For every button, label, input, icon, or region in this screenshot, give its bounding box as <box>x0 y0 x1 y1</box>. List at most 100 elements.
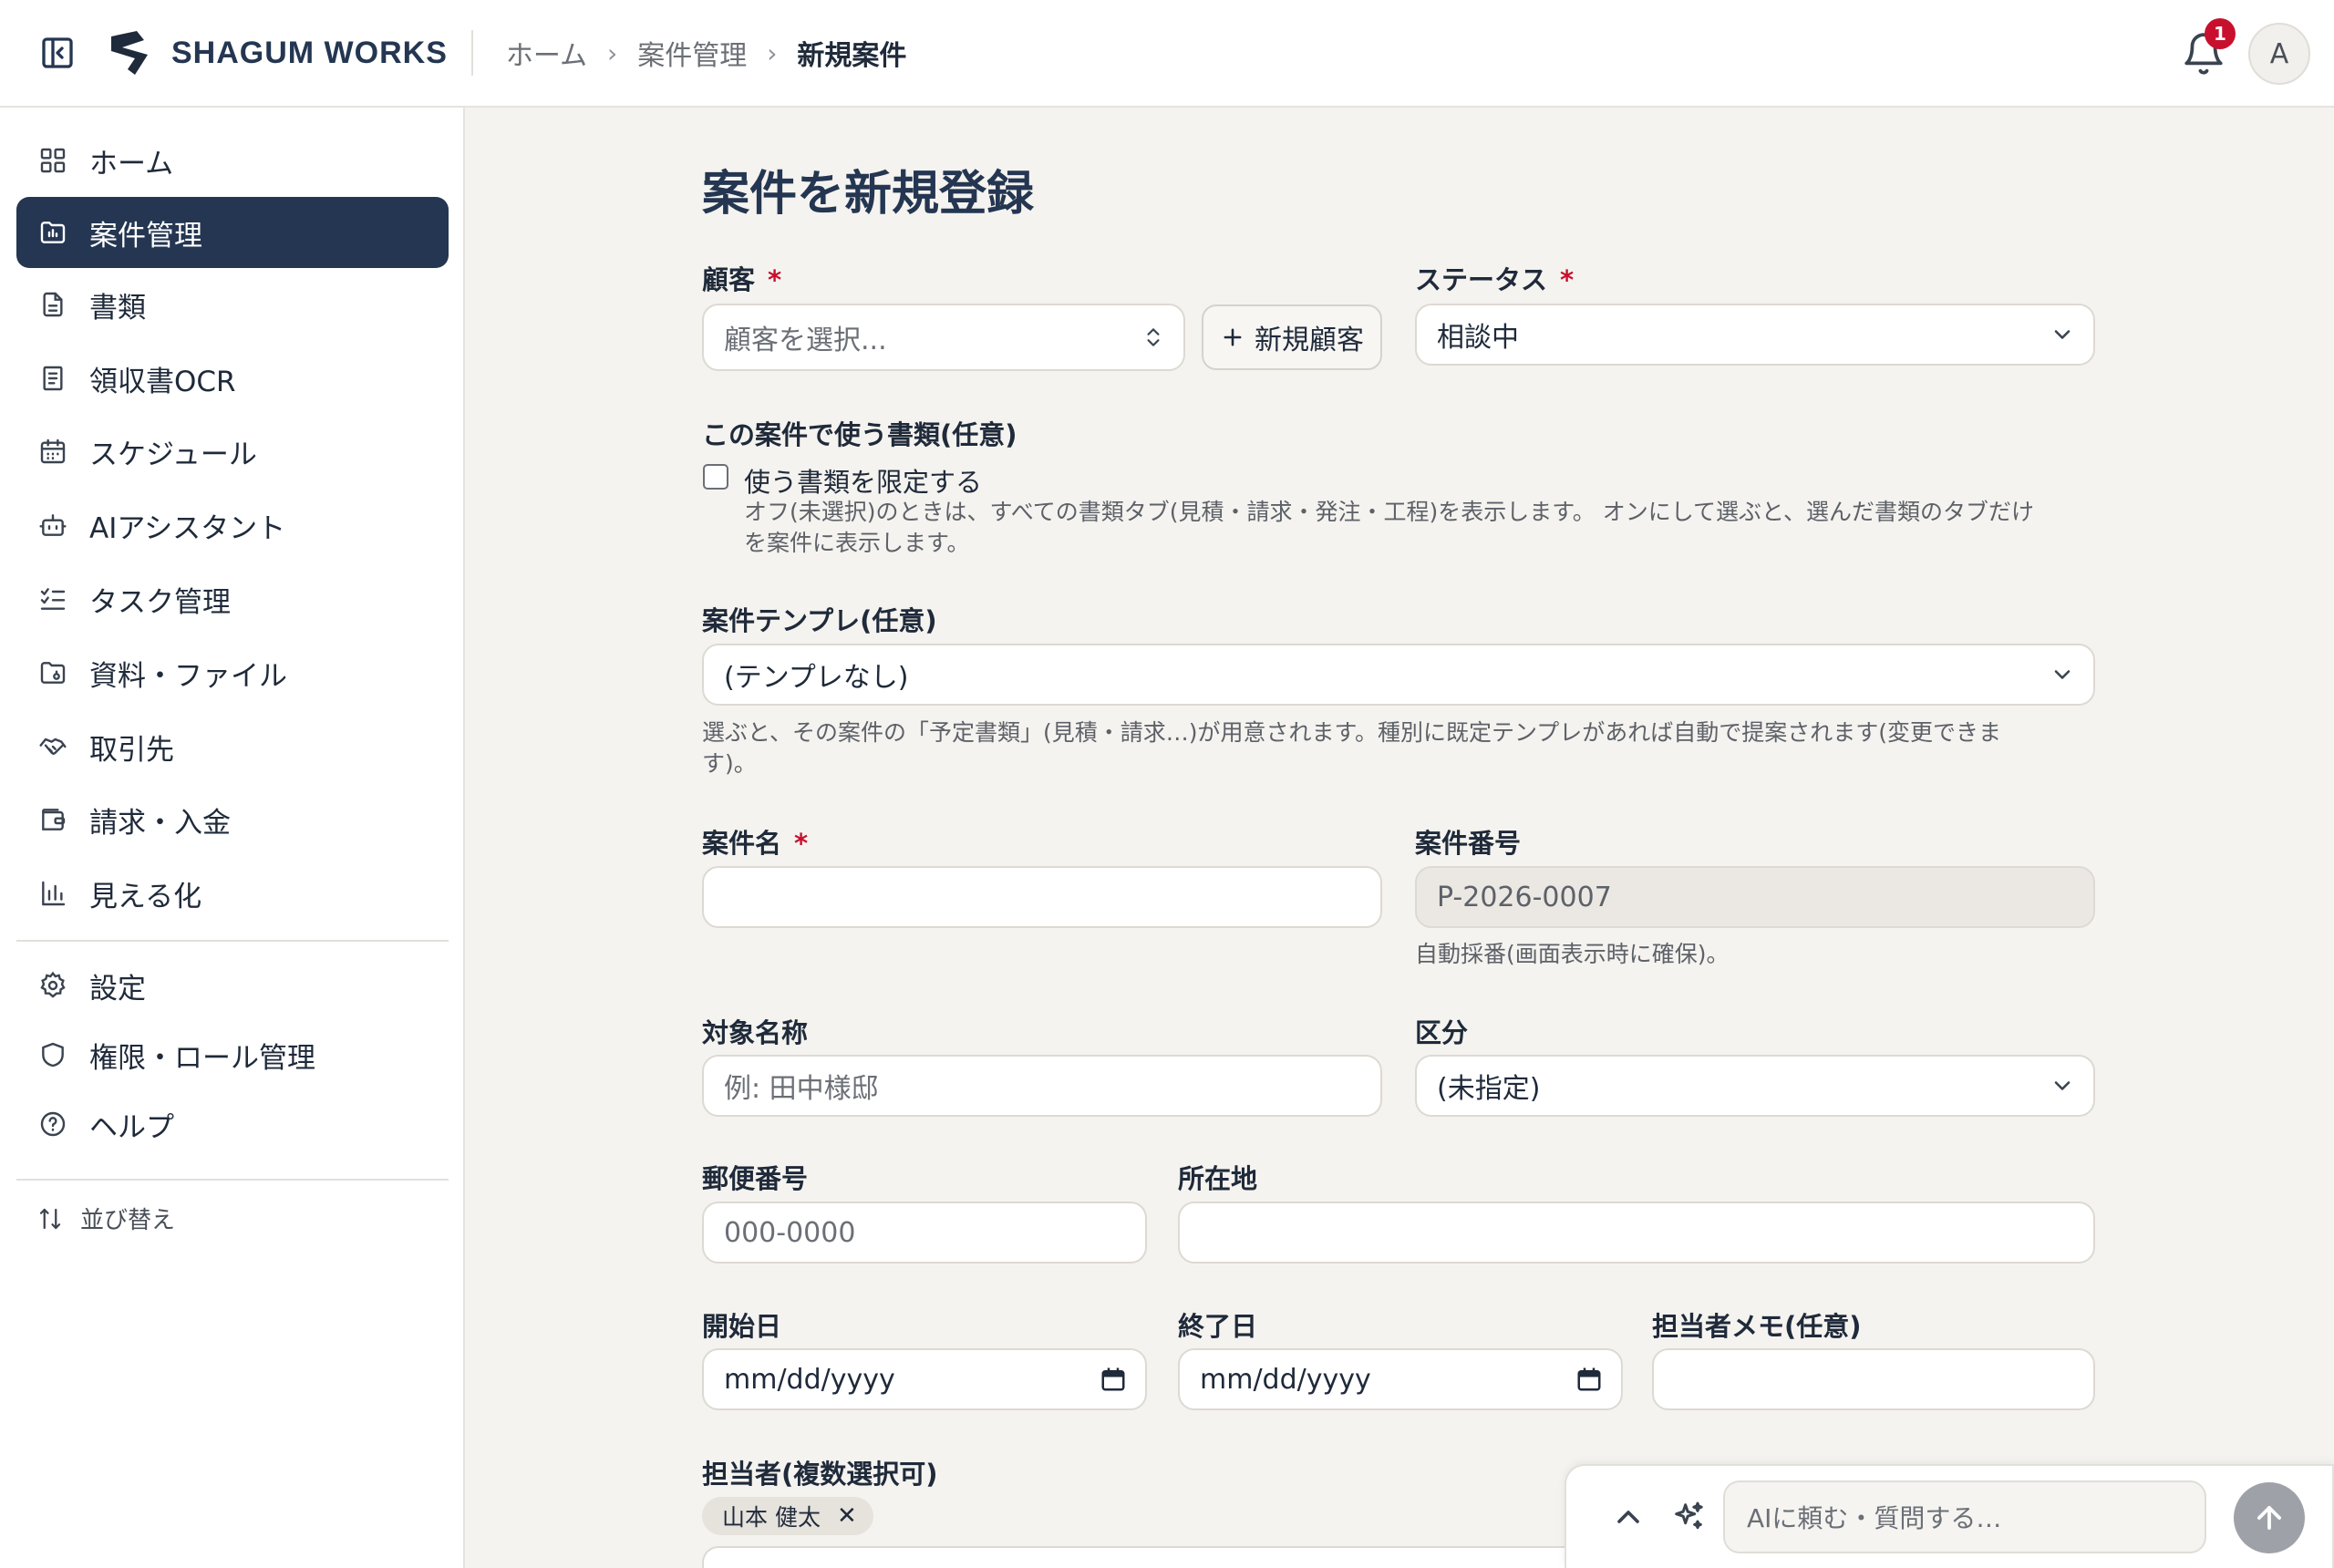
gear-icon <box>35 967 71 1004</box>
end-date-input[interactable]: mm/dd/yyyy <box>1178 1348 1623 1410</box>
address-input[interactable] <box>1178 1202 2095 1264</box>
assignee-chip: 山本 健太 ✕ <box>702 1497 873 1535</box>
sidebar-item-label: スケジュール <box>89 438 257 471</box>
shield-icon <box>35 1037 71 1073</box>
customer-select[interactable]: 顧客を選択... <box>702 304 1185 371</box>
category-select[interactable]: (未指定) <box>1415 1055 2095 1117</box>
target-name-placeholder: 例: 田中様邸 <box>724 1073 879 1105</box>
close-icon[interactable]: ✕ <box>837 1502 857 1530</box>
required-mark: * <box>794 828 809 859</box>
category-value: (未指定) <box>1437 1073 1541 1105</box>
sidebar-item-documents[interactable]: 書類 <box>16 269 449 340</box>
chevron-right-icon: › <box>607 37 618 68</box>
notification-badge: 1 <box>2205 18 2236 49</box>
new-customer-label: 新規顧客 <box>1255 325 1364 356</box>
sidebar-divider <box>16 1179 449 1181</box>
status-label: ステータス * <box>1415 264 1575 295</box>
postal-input[interactable]: 000-0000 <box>702 1202 1147 1264</box>
postal-placeholder: 000-0000 <box>724 1216 856 1249</box>
document-icon <box>35 286 71 323</box>
sidebar-item-label: 書類 <box>89 291 146 325</box>
wallet-icon <box>35 801 71 838</box>
sidebar-item-analytics[interactable]: 見える化 <box>16 858 449 929</box>
ai-prompt-input[interactable]: AIに頼む・質問する… <box>1723 1480 2206 1553</box>
header-divider <box>470 30 473 76</box>
end-date-label: 終了日 <box>1178 1311 1258 1342</box>
project-name-label: 案件名 * <box>702 828 809 859</box>
sidebar-item-home[interactable]: ホーム <box>16 125 449 196</box>
documents-help-1: オフ(未選択)のときは、すべての書類タブ(見積・請求・発注・工程)を表示します。… <box>744 499 2034 525</box>
sidebar-item-label: ヘルプ <box>89 1110 174 1144</box>
sidebar-item-help[interactable]: ヘルプ <box>16 1088 449 1160</box>
template-select[interactable]: (テンプレなし) <box>702 644 2095 706</box>
help-icon <box>35 1106 71 1142</box>
sparkle-icon <box>1670 1499 1707 1539</box>
memo-input[interactable] <box>1652 1348 2095 1410</box>
project-number-input: P-2026-0007 <box>1415 866 2095 928</box>
limit-documents-checkbox[interactable] <box>703 464 728 490</box>
sidebar-item-schedule[interactable]: スケジュール <box>16 416 449 487</box>
handshake-icon <box>35 728 71 765</box>
project-number-help: 自動採番(画面表示時に確保)。 <box>1415 941 1730 967</box>
address-label: 所在地 <box>1178 1163 1258 1194</box>
sidebar-toggle-icon[interactable] <box>36 32 78 74</box>
sidebar-item-label: 案件管理 <box>89 219 202 253</box>
sidebar-item-label: 領収書OCR <box>89 365 236 398</box>
project-number-value: P-2026-0007 <box>1437 881 1612 913</box>
updown-icon <box>1147 328 1160 346</box>
sidebar-item-projects[interactable]: 案件管理 <box>16 197 449 268</box>
sidebar-item-label: 権限・ロール管理 <box>89 1041 315 1075</box>
arrow-up-icon <box>2257 1506 2281 1530</box>
project-number-label: 案件番号 <box>1415 828 1522 859</box>
start-date-input[interactable]: mm/dd/yyyy <box>702 1348 1147 1410</box>
ai-prompt-bar: AIに頼む・質問する… <box>1565 1464 2334 1568</box>
sidebar-item-label: 資料・ファイル <box>89 659 287 693</box>
page-title: 案件を新規登録 <box>702 167 1035 222</box>
ai-prompt-placeholder: AIに頼む・質問する… <box>1747 1503 2002 1533</box>
sidebar-item-label: 請求・入金 <box>89 806 231 840</box>
start-date-label: 開始日 <box>702 1311 782 1342</box>
template-help-1: 選ぶと、その案件の「予定書類」(見積・請求…)が用意されます。種別に既定テンプレ… <box>702 719 2002 746</box>
sidebar-item-label: 設定 <box>89 972 146 1006</box>
checklist-icon <box>35 581 71 617</box>
grid-icon <box>35 142 71 179</box>
calendar-icon[interactable] <box>1100 1366 1127 1393</box>
sidebar-item-tasks[interactable]: タスク管理 <box>16 563 449 634</box>
brand-name[interactable]: SHAGUM WORKS <box>171 36 448 71</box>
plus-icon <box>1224 328 1242 346</box>
sort-label: 並び替え <box>80 1207 176 1234</box>
breadcrumb-current: 新規案件 <box>797 40 907 72</box>
breadcrumb-projects[interactable]: 案件管理 <box>637 33 747 73</box>
sort-button[interactable]: 並び替え <box>36 1202 175 1235</box>
send-button[interactable] <box>2234 1482 2305 1553</box>
sidebar-item-files[interactable]: 資料・ファイル <box>16 637 449 708</box>
assignee-select[interactable] <box>702 1546 1705 1568</box>
customer-placeholder: 顧客を選択... <box>724 325 887 356</box>
assignees-label: 担当者(複数選択可) <box>702 1459 938 1490</box>
sidebar: ホーム 案件管理 書類 領収書OCR スケジュール AIアシスタント タスク管理… <box>0 108 465 1568</box>
sidebar-item-label: ホーム <box>89 147 174 181</box>
brand-logo-icon[interactable] <box>104 27 155 78</box>
project-name-input[interactable] <box>702 866 1382 928</box>
sidebar-item-roles[interactable]: 権限・ロール管理 <box>16 1019 449 1090</box>
assignee-chip-label: 山本 健太 <box>722 1504 821 1531</box>
chevron-right-icon: › <box>767 37 778 68</box>
calendar-icon[interactable] <box>1575 1366 1603 1393</box>
new-customer-button[interactable]: 新規顧客 <box>1202 304 1382 370</box>
sidebar-item-ai-assistant[interactable]: AIアシスタント <box>16 490 449 561</box>
avatar[interactable]: A <box>2248 23 2310 85</box>
sidebar-item-billing[interactable]: 請求・入金 <box>16 784 449 855</box>
chevron-up-icon[interactable] <box>1610 1499 1647 1539</box>
sidebar-item-receipt-ocr[interactable]: 領収書OCR <box>16 343 449 414</box>
breadcrumb-home[interactable]: ホーム <box>506 33 587 73</box>
chevron-down-icon <box>2054 330 2071 339</box>
status-select[interactable]: 相談中 <box>1415 304 2095 366</box>
bot-icon <box>35 507 71 543</box>
bar-chart-icon <box>35 875 71 912</box>
limit-documents-label[interactable]: 使う書類を限定する <box>744 461 982 500</box>
sidebar-item-partners[interactable]: 取引先 <box>16 711 449 782</box>
target-name-input[interactable]: 例: 田中様邸 <box>702 1055 1382 1117</box>
receipt-icon <box>35 360 71 397</box>
template-value: (テンプレなし) <box>724 662 909 694</box>
sidebar-item-settings[interactable]: 設定 <box>16 950 449 1021</box>
